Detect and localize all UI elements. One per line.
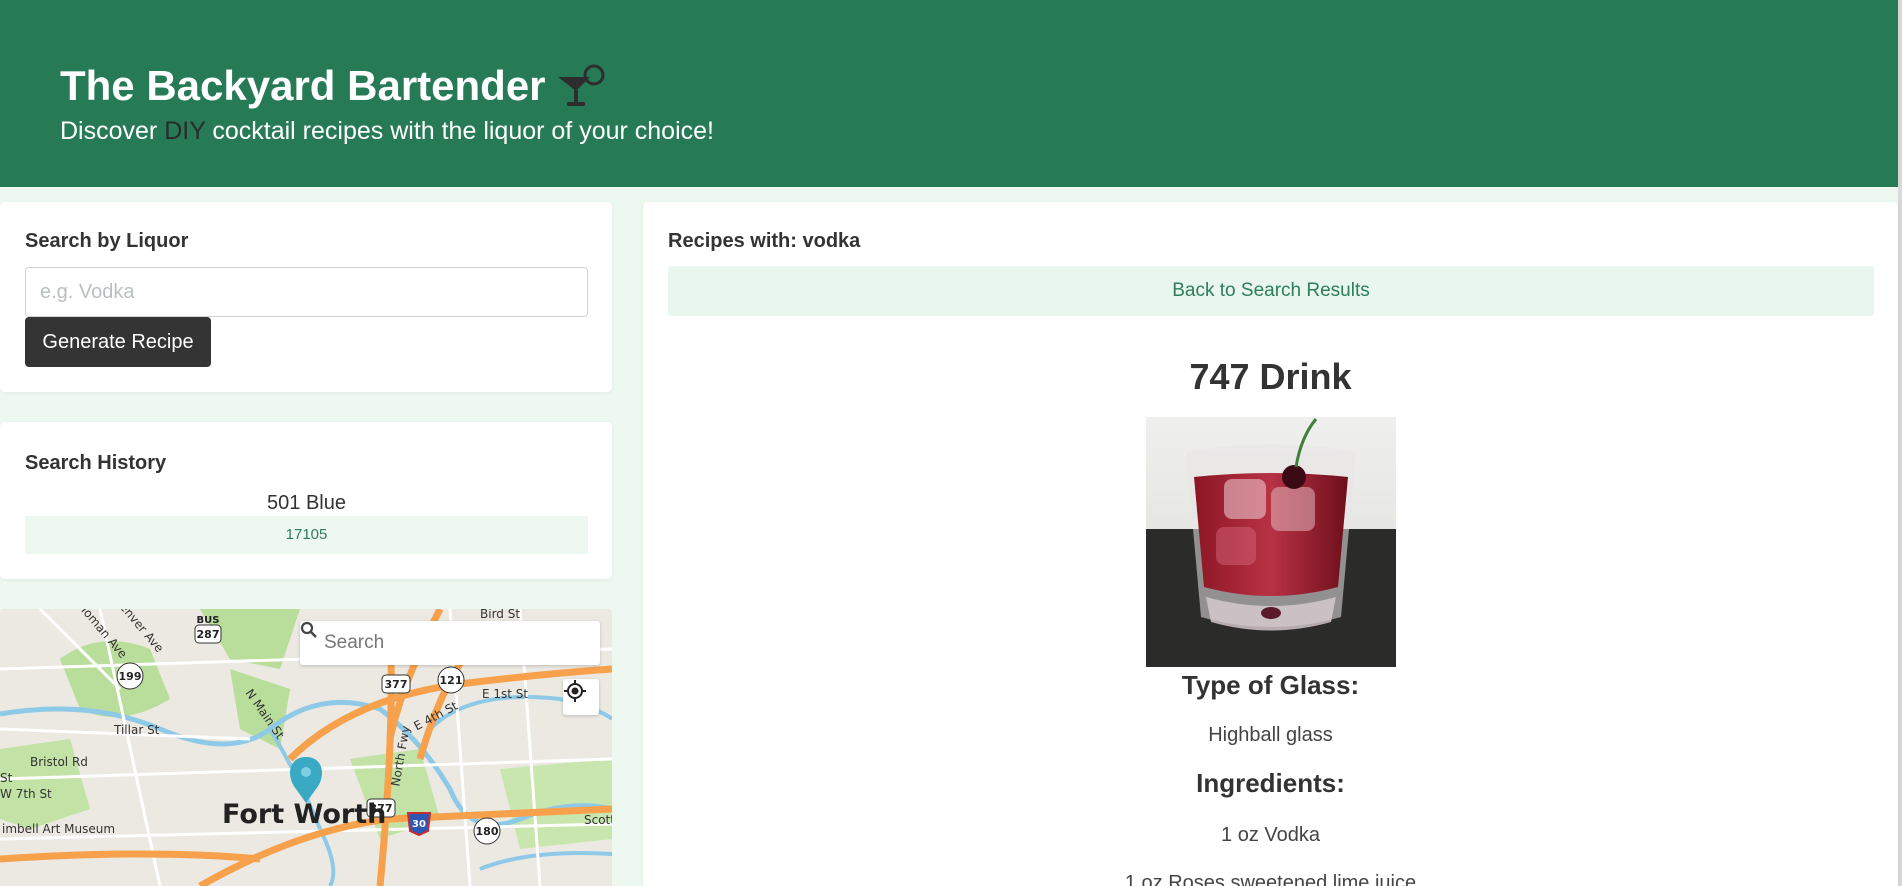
- map-street-label: E 1st St: [482, 687, 529, 701]
- search-card: Search by Liquor Generate Recipe: [0, 202, 612, 392]
- drink-image: [1146, 417, 1396, 667]
- map-street-label: Scott: [584, 813, 612, 827]
- site-title-text: The Backyard Bartender: [60, 62, 546, 109]
- subtitle-highlight: DIY: [164, 117, 206, 145]
- locate-me-button[interactable]: [563, 679, 599, 715]
- site-header: The Backyard Bartender Discover DIY cock…: [0, 0, 1898, 187]
- drink-name: 747 Drink: [1189, 356, 1352, 397]
- search-card-title: Search by Liquor: [25, 230, 189, 252]
- map-street-label: Tillar St: [114, 723, 160, 737]
- cocktail-glass-icon: [557, 64, 605, 106]
- site-subtitle: Discover DIY cocktail recipes with the l…: [60, 114, 1898, 148]
- search-history-card: Search History 501 Blue 17105: [0, 422, 612, 579]
- map-search-placeholder: Search: [324, 632, 385, 653]
- map-view[interactable]: 287 199 377 121 377 30 180 BUS Bird St E…: [0, 609, 612, 886]
- ingredient-item: 1 oz Vodka: [1221, 824, 1320, 846]
- map-street-label: St: [0, 771, 13, 785]
- site-title: The Backyard Bartender: [60, 58, 1898, 114]
- ingredient-item: 1 oz Roses sweetened lime juice: [1124, 872, 1417, 886]
- subtitle-text-rest: cocktail recipes with the liquor of your…: [205, 117, 714, 145]
- map-city-label: Fort Worth: [222, 799, 387, 830]
- svg-text:121: 121: [440, 674, 463, 687]
- glass-type-value: Highball glass: [1208, 724, 1333, 746]
- map-street-label: Bird St: [480, 609, 521, 621]
- recipe-card: Recipes with: vodka Back to Search Resul…: [643, 202, 1898, 886]
- svg-text:180: 180: [476, 825, 499, 838]
- svg-text:30: 30: [412, 819, 426, 830]
- generate-recipe-button[interactable]: Generate Recipe: [25, 317, 211, 367]
- liquor-search-input[interactable]: [25, 267, 588, 317]
- locate-icon: [564, 680, 586, 702]
- history-item[interactable]: 501 Blue: [25, 488, 588, 518]
- ingredients-heading: Ingredients:: [1196, 768, 1345, 798]
- subtitle-text: Discover: [60, 117, 165, 145]
- map-street-label: W 7th St: [0, 787, 52, 801]
- svg-text:199: 199: [119, 670, 142, 683]
- map-search-box[interactable]: Search: [300, 621, 600, 665]
- map-street-label: Bristol Rd: [30, 755, 88, 769]
- svg-text:287: 287: [197, 628, 220, 641]
- map-poi-label: imbell Art Museum: [2, 822, 116, 836]
- svg-text:BUS: BUS: [197, 615, 220, 626]
- search-history-title: Search History: [25, 452, 167, 474]
- glass-type-heading: Type of Glass:: [1181, 670, 1360, 700]
- svg-text:377: 377: [385, 678, 408, 691]
- page-scrollbar[interactable]: [1898, 0, 1902, 886]
- recipe-heading: Recipes with: vodka: [668, 230, 861, 252]
- back-to-results-button[interactable]: Back to Search Results: [668, 266, 1874, 316]
- search-icon: [300, 621, 317, 638]
- history-item[interactable]: 17105: [25, 516, 588, 554]
